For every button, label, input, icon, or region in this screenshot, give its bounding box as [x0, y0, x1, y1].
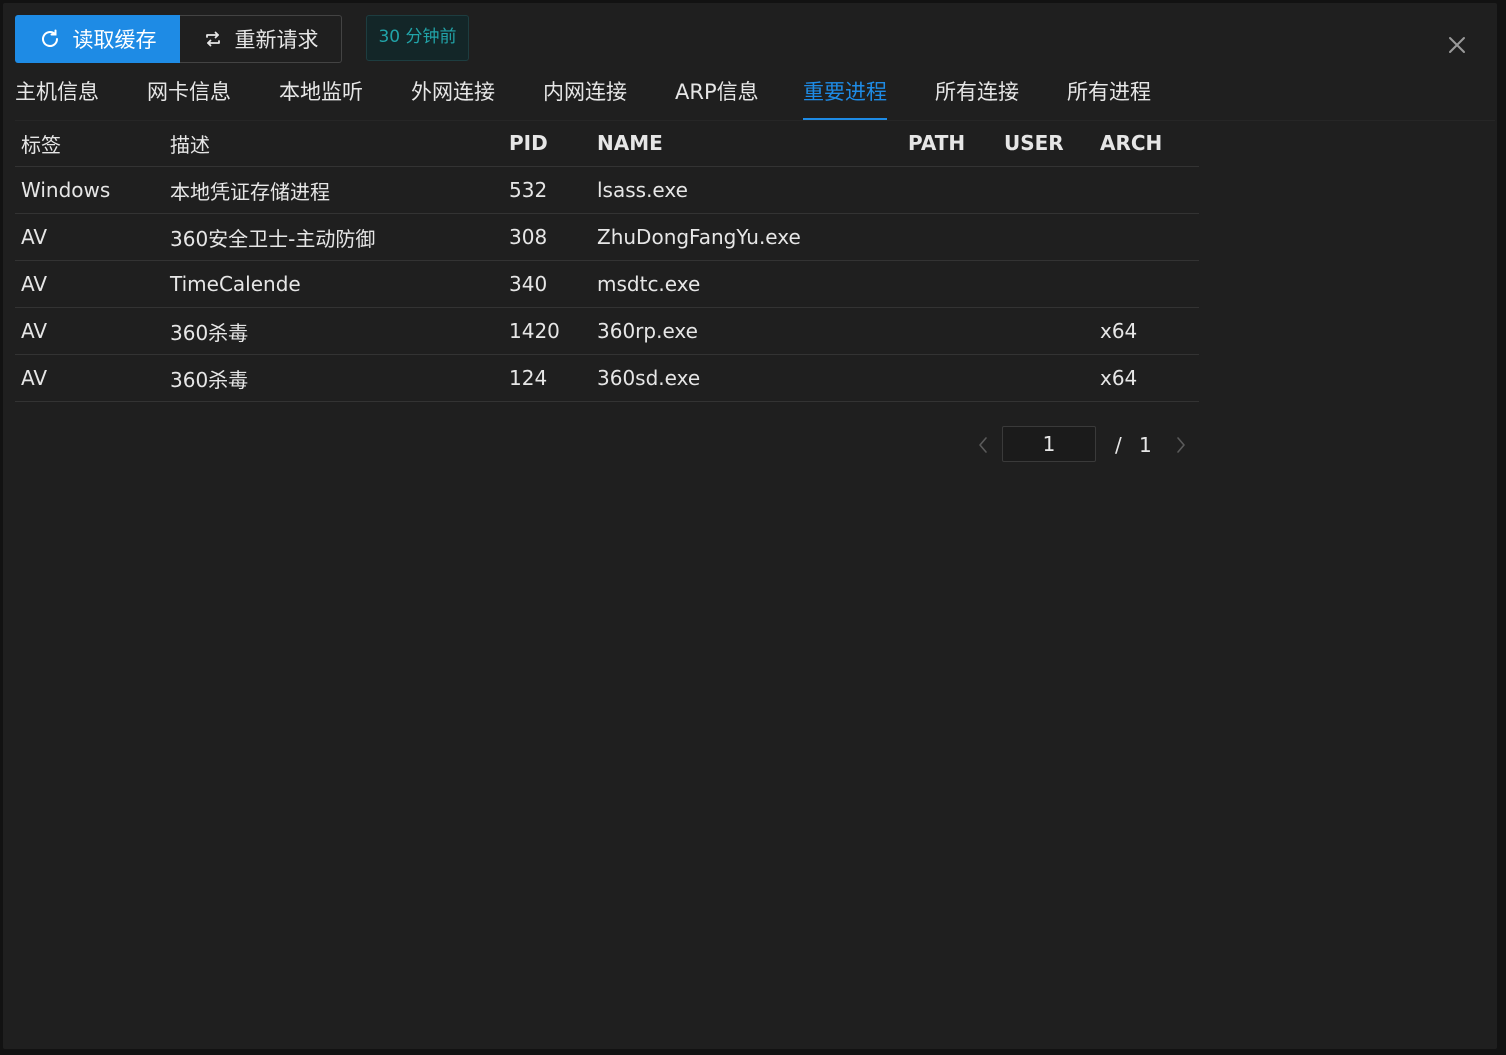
table-row: AV 360杀毒 1420 360rp.exe x64: [15, 307, 1199, 355]
cell-description: 360安全卫士-主动防御: [164, 213, 503, 261]
tab-external-connections[interactable]: 外网连接: [411, 75, 495, 121]
process-table: 标签 描述 PID NAME PATH USER ARCH Windows 本地…: [15, 120, 1199, 402]
cell-name: 360sd.exe: [591, 354, 902, 402]
read-cache-button[interactable]: 读取缓存: [15, 15, 180, 63]
cell-tag: AV: [15, 307, 164, 355]
cell-description: 360杀毒: [164, 307, 503, 355]
column-header: ARCH: [1094, 120, 1199, 167]
cell-tag: AV: [15, 260, 164, 308]
cell-tag: AV: [15, 213, 164, 261]
cell-pid: 124: [503, 354, 591, 402]
cell-name: lsass.exe: [591, 166, 902, 214]
table-row: AV 360杀毒 124 360sd.exe x64: [15, 354, 1199, 402]
swap-icon: [203, 29, 223, 49]
cell-tag: Windows: [15, 166, 164, 214]
cell-pid: 1420: [503, 307, 591, 355]
cell-path: [902, 260, 998, 308]
table-row: Windows 本地凭证存储进程 532 lsass.exe: [15, 166, 1199, 214]
cell-description: TimeCalende: [164, 260, 503, 308]
rerequest-button[interactable]: 重新请求: [180, 15, 342, 63]
tab-host-info[interactable]: 主机信息: [15, 75, 99, 121]
cell-arch: x64: [1094, 354, 1199, 402]
page-total: 1: [1139, 433, 1152, 457]
cell-pid: 308: [503, 213, 591, 261]
cell-user: [998, 213, 1094, 261]
column-header: 描述: [164, 120, 503, 167]
cell-arch: x64: [1094, 307, 1199, 355]
cell-path: [902, 166, 998, 214]
column-header: 标签: [15, 120, 164, 167]
refresh-icon: [39, 28, 61, 50]
cell-user: [998, 260, 1094, 308]
tab-nic-info[interactable]: 网卡信息: [147, 75, 231, 121]
column-header: USER: [998, 120, 1094, 167]
cell-tag: AV: [15, 354, 164, 402]
cell-name: msdtc.exe: [591, 260, 902, 308]
table-row: AV TimeCalende 340 msdtc.exe: [15, 260, 1199, 308]
cell-arch: [1094, 166, 1199, 214]
cell-name: 360rp.exe: [591, 307, 902, 355]
cell-path: [902, 213, 998, 261]
tab-all-processes[interactable]: 所有进程: [1067, 75, 1151, 121]
cell-arch: [1094, 260, 1199, 308]
tab-local-listen[interactable]: 本地监听: [279, 75, 363, 121]
column-header: PATH: [902, 120, 998, 167]
rerequest-label: 重新请求: [234, 28, 319, 52]
cache-age-badge: 30 分钟前: [366, 15, 469, 61]
process-info-modal: 读取缓存 重新请求 30 分钟前 主机信息 网卡信息 本地监听 外网连接 内网连…: [3, 3, 1497, 1049]
chevron-left-icon[interactable]: [975, 435, 991, 455]
cell-arch: [1094, 213, 1199, 261]
column-header: NAME: [591, 120, 902, 167]
table-header-row: 标签 描述 PID NAME PATH USER ARCH: [15, 120, 1199, 167]
chevron-right-icon[interactable]: [1173, 435, 1189, 455]
cell-path: [902, 307, 998, 355]
cell-user: [998, 166, 1094, 214]
tab-all-connections[interactable]: 所有连接: [935, 75, 1019, 121]
page-separator: /: [1115, 433, 1122, 457]
table-row: AV 360安全卫士-主动防御 308 ZhuDongFangYu.exe: [15, 213, 1199, 261]
cell-user: [998, 354, 1094, 402]
cell-pid: 340: [503, 260, 591, 308]
cell-user: [998, 307, 1094, 355]
tab-important-processes[interactable]: 重要进程: [803, 75, 887, 121]
column-header: PID: [503, 120, 591, 167]
cell-pid: 532: [503, 166, 591, 214]
tab-arp-info[interactable]: ARP信息: [675, 75, 759, 121]
cell-description: 本地凭证存储进程: [164, 166, 503, 214]
tab-internal-connections[interactable]: 内网连接: [543, 75, 627, 121]
cell-name: ZhuDongFangYu.exe: [591, 213, 902, 261]
page-number-input[interactable]: [1002, 426, 1096, 462]
read-cache-label: 读取缓存: [72, 28, 157, 52]
cell-description: 360杀毒: [164, 354, 503, 402]
cell-path: [902, 354, 998, 402]
close-icon[interactable]: [1445, 33, 1469, 57]
